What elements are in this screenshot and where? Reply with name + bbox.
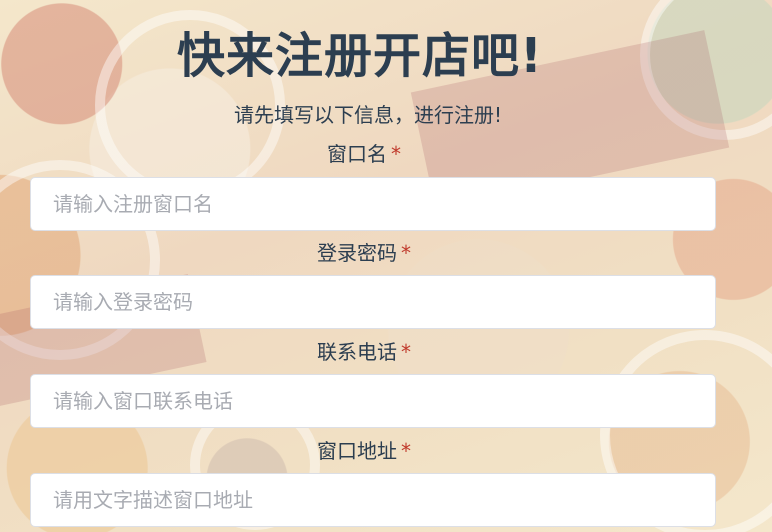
required-mark: * [401, 241, 411, 265]
register-form: 快来注册开店吧! 请先填写以下信息，进行注册! 窗口名* 登录密码* 联系电话*… [0, 0, 772, 532]
address-label-text: 窗口地址 [317, 439, 397, 463]
required-mark: * [401, 439, 411, 463]
required-mark: * [401, 340, 411, 364]
window-name-label-text: 窗口名 [327, 142, 387, 166]
password-label: 登录密码 * [0, 239, 728, 267]
password-input[interactable] [30, 275, 716, 329]
required-mark: * [391, 142, 401, 166]
page-subtitle: 请先填写以下信息，进行注册! [233, 103, 503, 127]
phone-input[interactable] [30, 374, 716, 428]
page-title: 快来注册开店吧! [177, 28, 543, 84]
window-name-input[interactable] [30, 177, 716, 231]
phone-label: 联系电话 * [0, 338, 728, 366]
phone-label-text: 联系电话 [317, 340, 397, 364]
address-label: 窗口地址 * [0, 437, 728, 465]
password-label-text: 登录密码 [317, 241, 397, 265]
address-input[interactable] [30, 473, 716, 527]
window-name-label: 窗口名 * [0, 140, 728, 168]
